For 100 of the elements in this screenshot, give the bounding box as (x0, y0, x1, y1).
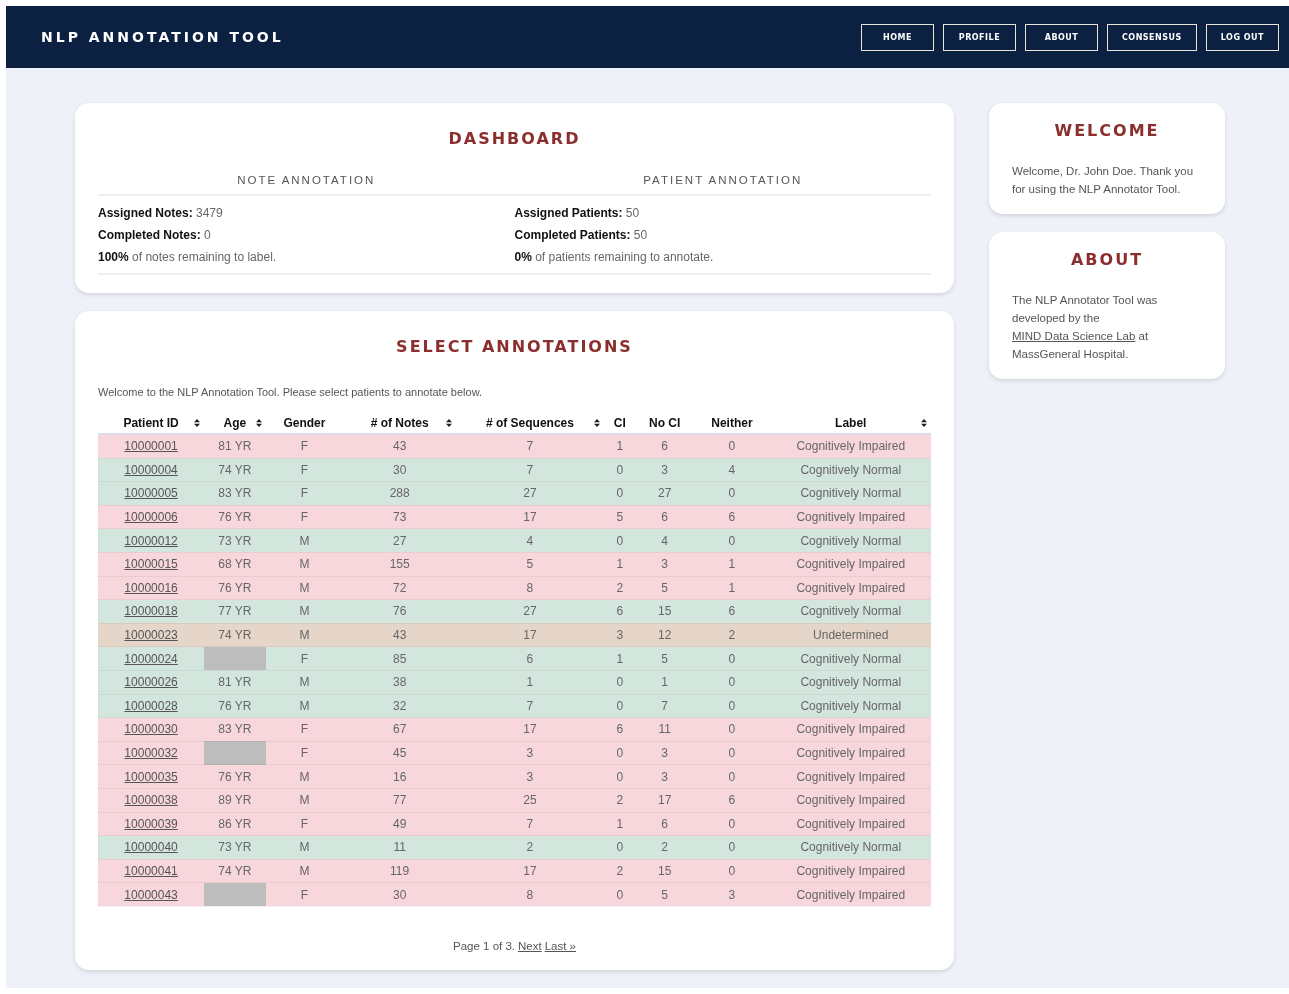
patient-id-link[interactable]: 10000039 (124, 816, 178, 831)
patient-id-link[interactable]: 10000024 (124, 651, 178, 666)
nav-button[interactable]: CONSENSUS (1106, 23, 1197, 51)
patient-id-link[interactable]: 10000001 (124, 439, 178, 454)
table-cell: Cognitively Normal (800, 486, 902, 501)
patient-id-link[interactable]: 10000018 (124, 604, 178, 619)
table-cell: 4 (661, 533, 669, 548)
patient-id-link[interactable]: 10000026 (124, 675, 178, 690)
patient-id-link[interactable]: 10000012 (124, 533, 178, 548)
table-row[interactable]: 10000005 83 YR F 288 27 0 27 0 Cognitively Normal (98, 481, 931, 506)
sort-icon[interactable] (921, 419, 927, 427)
patient-id-link[interactable]: 10000023 (124, 628, 178, 643)
patient-id-link[interactable]: 10000038 (124, 793, 178, 808)
table-cell: 2 (661, 840, 669, 855)
patient-id-link[interactable]: 10000030 (124, 722, 178, 737)
table-row[interactable]: 10000040 73 YR M 11 2 0 2 0 Cognitively Normal (98, 835, 931, 860)
table-row[interactable]: 10000030 83 YR F 67 17 6 11 0 Cognitively Impaired (98, 717, 931, 742)
table-cell: 72 (392, 580, 407, 595)
patient-id-link[interactable]: 10000043 (124, 887, 178, 902)
table-cell: 2 (526, 840, 534, 855)
table-cell: 0 (616, 698, 624, 713)
table-cell: 0 (728, 864, 736, 878)
table-cell: 6 (616, 722, 624, 737)
table-cell: 8 (526, 887, 534, 902)
table-cell: 0 (616, 533, 624, 548)
card-text: Welcome, Dr. John Doe. Thank you for using the NLP Annotator Tool. (1012, 164, 1195, 197)
table-cell: 49 (392, 816, 407, 831)
table-cell: M (299, 675, 310, 690)
table-row[interactable]: 10000043 F 30 8 0 5 3 Cognitively Impaired (98, 882, 931, 907)
patient-id-link[interactable]: 10000005 (124, 486, 178, 501)
table-cell: Cognitively Impaired (796, 510, 906, 525)
table-row[interactable]: 10000032 F 45 3 0 3 0 Cognitively Impaired (98, 741, 931, 765)
table-cell: 119 (390, 864, 410, 878)
sort-icon[interactable] (446, 419, 453, 427)
table-row[interactable]: 10000041 74 YR M 119 17 2 15 0 Cognitively Impaired (98, 859, 931, 883)
table-cell: 7 (526, 816, 534, 831)
table-cell: 27 (523, 486, 537, 501)
table-cell: 3 (526, 746, 534, 760)
patient-id-link[interactable]: 10000041 (124, 864, 178, 878)
table-cell: 74 YR (218, 628, 252, 643)
table-cell: 3 (661, 746, 669, 760)
app-title: NLP ANNOTATION TOOL (41, 29, 284, 45)
table-row[interactable]: 10000039 86 YR F 49 7 1 6 0 Cognitively Impaired (98, 812, 931, 836)
sort-icon[interactable] (255, 419, 262, 427)
table-cell: 7 (526, 462, 534, 477)
table-cell: 0 (728, 651, 736, 666)
patient-id-link[interactable]: 10000006 (124, 510, 178, 525)
table-cell: M (299, 604, 310, 619)
patient-id-link[interactable]: 10000032 (124, 746, 178, 760)
table-row[interactable]: 10000016 76 YR M 72 8 2 5 1 Cognitively Impaired (98, 576, 931, 600)
table-cell: Cognitively Impaired (796, 864, 906, 878)
table-cell: 5 (616, 510, 624, 525)
table-row[interactable]: 10000018 77 YR M 76 27 6 15 6 Cognitively Normal (98, 599, 931, 624)
pagination-link[interactable]: Last » (544, 939, 576, 952)
table-row[interactable]: 10000028 76 YR M 32 7 0 7 0 Cognitively Normal (98, 694, 931, 718)
table-cell: 0 (616, 769, 624, 784)
patient-id-link[interactable]: 10000016 (124, 580, 178, 595)
patient-id-link[interactable]: 10000015 (124, 557, 178, 572)
stat-line: Assigned Patients: 50 (514, 205, 641, 222)
sort-icon[interactable] (194, 419, 201, 427)
table-cell: 0 (616, 746, 624, 760)
nav-button[interactable]: ABOUT (1024, 23, 1098, 51)
table-row[interactable]: 10000015 68 YR M 155 5 1 3 1 Cognitively Impaired (98, 552, 931, 577)
patient-id-link[interactable]: 10000004 (124, 462, 178, 477)
table-row[interactable]: 10000001 81 YR F 43 7 1 6 0 Cognitively Impaired (98, 434, 931, 459)
table-cell: 12 (658, 628, 672, 643)
table-row[interactable]: 10000012 73 YR M 27 4 0 4 0 Cognitively Normal (98, 528, 931, 553)
stat-line: Completed Patients: 50 (514, 227, 649, 244)
table-cell: 17 (523, 722, 537, 737)
table-row[interactable]: 10000024 F 85 6 1 5 0 Cognitively Normal (98, 646, 931, 671)
nav-button[interactable]: HOME (860, 23, 934, 51)
patient-id-link[interactable]: 10000040 (124, 840, 178, 855)
table-cell: 32 (392, 698, 407, 713)
table-row[interactable]: 10000004 74 YR F 30 7 0 3 4 Cognitively Normal (98, 458, 931, 482)
table-row[interactable]: 10000023 74 YR M 43 17 3 12 2 Undetermined (98, 623, 931, 647)
table-cell: 0 (728, 698, 736, 713)
table-cell: 27 (392, 533, 407, 548)
nav-button[interactable]: PROFILE (942, 23, 1016, 51)
table-cell: 2 (616, 864, 624, 878)
table-cell: 3 (616, 628, 624, 643)
pagination-link[interactable]: Next (518, 939, 542, 952)
table-cell: F (300, 887, 309, 902)
table-row[interactable]: 10000026 81 YR M 38 1 0 1 0 Cognitively Normal (98, 670, 931, 695)
table-cell: 1 (526, 675, 534, 690)
patient-id-link[interactable]: 10000035 (124, 769, 178, 784)
table-cell: 83 YR (218, 486, 252, 501)
table-cell: 0 (728, 746, 736, 760)
table-row[interactable]: 10000038 89 YR M 77 25 2 17 6 Cognitively Impaired (98, 788, 931, 812)
table-cell: 76 YR (218, 510, 252, 525)
table-cell: 3 (526, 769, 534, 784)
table-cell: 1 (616, 816, 624, 831)
table-cell: Cognitively Normal (800, 840, 902, 855)
text-link[interactable]: MIND Data Science Lab (1012, 330, 1136, 342)
sort-icon[interactable] (593, 419, 600, 427)
patient-id-link[interactable]: 10000028 (124, 698, 178, 713)
table-cell: 73 YR (218, 533, 252, 548)
nav-button[interactable]: LOG OUT (1205, 23, 1279, 51)
table-row[interactable]: 10000006 76 YR F 73 17 5 6 6 Cognitively Impaired (98, 505, 931, 529)
table-cell: 3 (728, 887, 736, 902)
table-row[interactable]: 10000035 76 YR M 16 3 0 3 0 Cognitively Impaired (98, 764, 931, 789)
